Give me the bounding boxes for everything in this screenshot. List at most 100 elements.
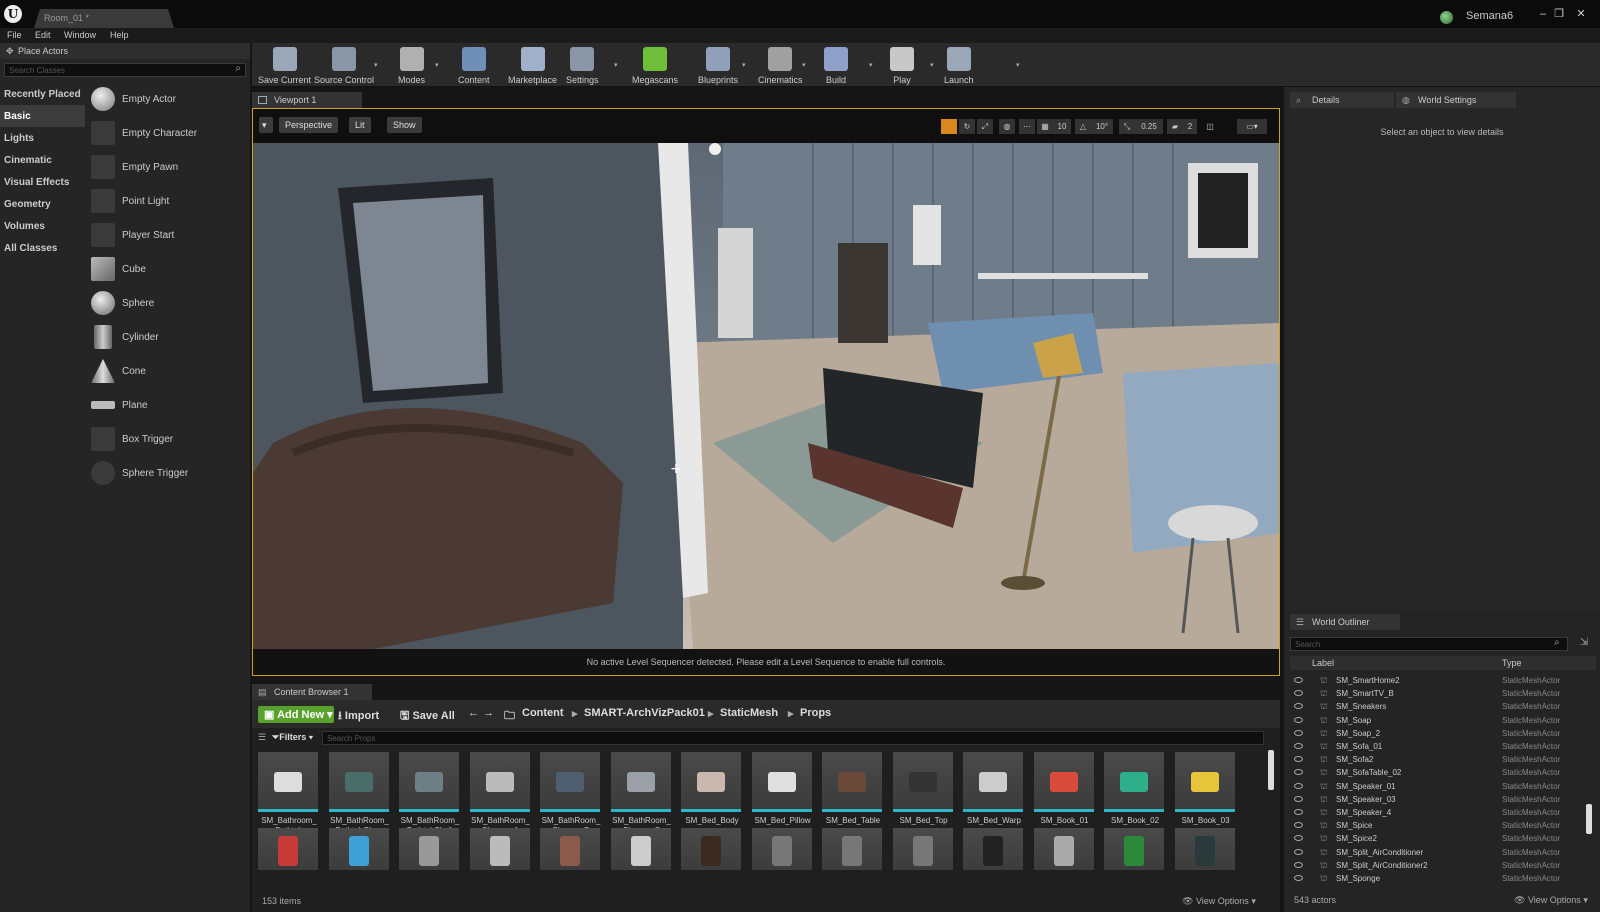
asset-tile[interactable]	[892, 828, 953, 870]
visibility-eye-icon[interactable]	[1294, 677, 1303, 683]
outliner-row[interactable]: ⛫ SM_Sofa2 StaticMeshActor	[1290, 754, 1592, 767]
marketplace-button[interactable]: Marketplace	[508, 45, 557, 87]
content-browser-scrollbar[interactable]	[1268, 750, 1274, 790]
visibility-eye-icon[interactable]	[1294, 743, 1303, 749]
search-classes-input[interactable]: Search Classes ⌕	[4, 63, 246, 77]
actor-empty-pawn[interactable]: Empty Pawn	[87, 151, 249, 185]
outliner-row[interactable]: ⛫ SM_SmartHome2 StaticMeshActor	[1290, 675, 1592, 688]
maximize-button[interactable]: ❐	[1552, 8, 1566, 20]
actor-sphere-trigger[interactable]: Sphere Trigger	[87, 457, 249, 491]
breadcrumb-staticmesh[interactable]: StaticMesh	[720, 707, 778, 719]
dropdown-caret-icon[interactable]: ▾	[869, 61, 873, 69]
actor-point-light[interactable]: Point Light	[87, 185, 249, 219]
dropdown-caret-icon[interactable]: ▾	[374, 61, 378, 69]
play-button[interactable]: Play	[890, 45, 914, 87]
actor-cone[interactable]: Cone	[87, 355, 249, 389]
outliner-row[interactable]: ⛫ SM_Soap StaticMeshActor	[1290, 715, 1592, 728]
visibility-eye-icon[interactable]	[1294, 729, 1303, 736]
asset-tile[interactable]	[963, 828, 1023, 870]
scale-snap-icon[interactable]: ⤡	[1119, 119, 1135, 134]
save-all-button[interactable]: 🖫 Save All	[400, 707, 455, 726]
tab-world-settings[interactable]: ◍ World Settings	[1396, 92, 1516, 108]
asset-tile[interactable]	[681, 828, 741, 870]
megascans-button[interactable]: Megascans	[632, 45, 678, 87]
show-button[interactable]: Show	[387, 117, 422, 133]
breadcrumb-props[interactable]: Props	[800, 707, 831, 719]
pin-icon[interactable]: ⇲	[1580, 637, 1588, 648]
visibility-eye-icon[interactable]	[1294, 756, 1303, 763]
actor-empty-character[interactable]: Empty Character	[87, 117, 249, 151]
outliner-row[interactable]: ⛫ SM_Split_AirConditioner2 StaticMeshActor	[1290, 860, 1592, 873]
asset-tile[interactable]	[469, 828, 530, 870]
camera-speed-value[interactable]: 2	[1183, 119, 1197, 134]
content-view-options[interactable]: 👁 View Options ▾	[1182, 896, 1256, 907]
breadcrumb-smart-archvizpack01[interactable]: SMART-ArchVizPack01	[584, 707, 705, 719]
import-button[interactable]: ⭳ Import	[338, 707, 379, 726]
category-geometry[interactable]: Geometry	[0, 193, 85, 215]
actor-player-start[interactable]: Player Start	[87, 219, 249, 253]
outliner-row[interactable]: ⛫ SM_SofaTable_02 StaticMeshActor	[1290, 767, 1592, 780]
outliner-row[interactable]: ⛫ SM_Spice2 StaticMeshActor	[1290, 833, 1592, 846]
layout-icon[interactable]: ▭▾	[1237, 119, 1267, 134]
menu-edit[interactable]: Edit	[35, 30, 51, 40]
actor-cube[interactable]: Cube	[87, 253, 249, 287]
outliner-view-options[interactable]: 👁 View Options ▾	[1514, 895, 1588, 906]
search-props-input[interactable]: Search Props	[322, 731, 1264, 745]
column-type[interactable]: Type	[1502, 658, 1522, 668]
asset-tile[interactable]	[1104, 828, 1164, 870]
tab-details[interactable]: ⌕ Details	[1290, 92, 1394, 108]
category-basic[interactable]: Basic	[0, 105, 85, 127]
modes-button[interactable]: Modes	[398, 45, 425, 87]
asset-tile[interactable]: SM_Bed_Top	[892, 752, 955, 826]
asset-tile[interactable]: SM_Bed_Body	[681, 752, 743, 826]
outliner-row[interactable]: ⛫ SM_SmartTV_B StaticMeshActor	[1290, 688, 1592, 701]
visibility-eye-icon[interactable]	[1294, 835, 1303, 842]
outliner-row[interactable]: ⛫ SM_Sneakers StaticMeshActor	[1290, 701, 1592, 714]
actor-box-trigger[interactable]: Box Trigger	[87, 423, 249, 457]
visibility-eye-icon[interactable]	[1294, 861, 1303, 868]
viewport-tab[interactable]: Viewport 1	[252, 92, 362, 108]
actor-plane[interactable]: Plane	[87, 389, 249, 423]
actor-sphere[interactable]: Sphere	[87, 287, 249, 321]
asset-tile[interactable]	[610, 828, 671, 870]
menu-help[interactable]: Help	[110, 30, 129, 40]
asset-tile[interactable]	[1033, 828, 1094, 870]
tab-world-outliner[interactable]: ☰ World Outliner	[1290, 614, 1400, 630]
outliner-row[interactable]: ⛫ SM_Split_AirConditioner StaticMeshActor	[1290, 847, 1592, 860]
outliner-row[interactable]: ⛫ SM_Speaker_4 StaticMeshActor	[1290, 807, 1592, 820]
asset-tile[interactable]: SM_Bed_Table	[822, 752, 884, 826]
actor-empty-actor[interactable]: Empty Actor	[87, 83, 249, 117]
asset-tile[interactable]: SM_Book_02	[1104, 752, 1166, 826]
scale-snap-value[interactable]: 0.25	[1135, 119, 1163, 134]
select-mode-icon[interactable]	[941, 119, 957, 134]
column-label[interactable]: Label	[1312, 658, 1334, 668]
rotate-mode-icon[interactable]: ↻	[959, 119, 975, 134]
asset-tile[interactable]	[258, 828, 318, 870]
asset-tile[interactable]	[1174, 828, 1235, 870]
add-new-button[interactable]: ▣ Add New ▾	[258, 706, 334, 723]
minimize-button[interactable]: –	[1536, 8, 1550, 20]
lit-button[interactable]: Lit	[349, 117, 371, 133]
outliner-search-input[interactable]: Search	[1290, 637, 1568, 651]
menu-file[interactable]: File	[7, 30, 22, 40]
category-visual-effects[interactable]: Visual Effects	[0, 171, 85, 193]
asset-tile[interactable]: SM_BathRoom_BathtubShaft	[399, 752, 461, 836]
rotation-snap-icon[interactable]: △	[1075, 119, 1091, 134]
blueprints-button[interactable]: Blueprints	[698, 45, 738, 87]
asset-tile[interactable]: SM_Book_03	[1174, 752, 1237, 826]
asset-tile[interactable]	[399, 828, 459, 870]
asset-tile[interactable]: SM_BathRoom_Shower_A	[469, 752, 532, 836]
dropdown-caret-icon[interactable]: ▾	[435, 61, 439, 69]
asset-tile[interactable]: SM_BathRoom_Shower_B	[540, 752, 602, 836]
category-cinematic[interactable]: Cinematic	[0, 149, 85, 171]
settings-button[interactable]: Settings	[566, 45, 599, 87]
camera-speed-icon[interactable]: ▰	[1167, 119, 1183, 134]
asset-tile[interactable]: SM_BathRoom_Shower_C	[610, 752, 673, 836]
asset-tile[interactable]	[328, 828, 389, 870]
scale-mode-icon[interactable]: ⤢	[977, 119, 993, 134]
outliner-row[interactable]: ⛫ SM_Soap_2 StaticMeshActor	[1290, 728, 1592, 741]
breadcrumb-content[interactable]: Content	[522, 707, 564, 719]
launch-button[interactable]: Launch	[944, 45, 974, 87]
save-current-button[interactable]: Save Current	[258, 45, 311, 87]
viewport-options-button[interactable]: ▾	[259, 117, 273, 133]
